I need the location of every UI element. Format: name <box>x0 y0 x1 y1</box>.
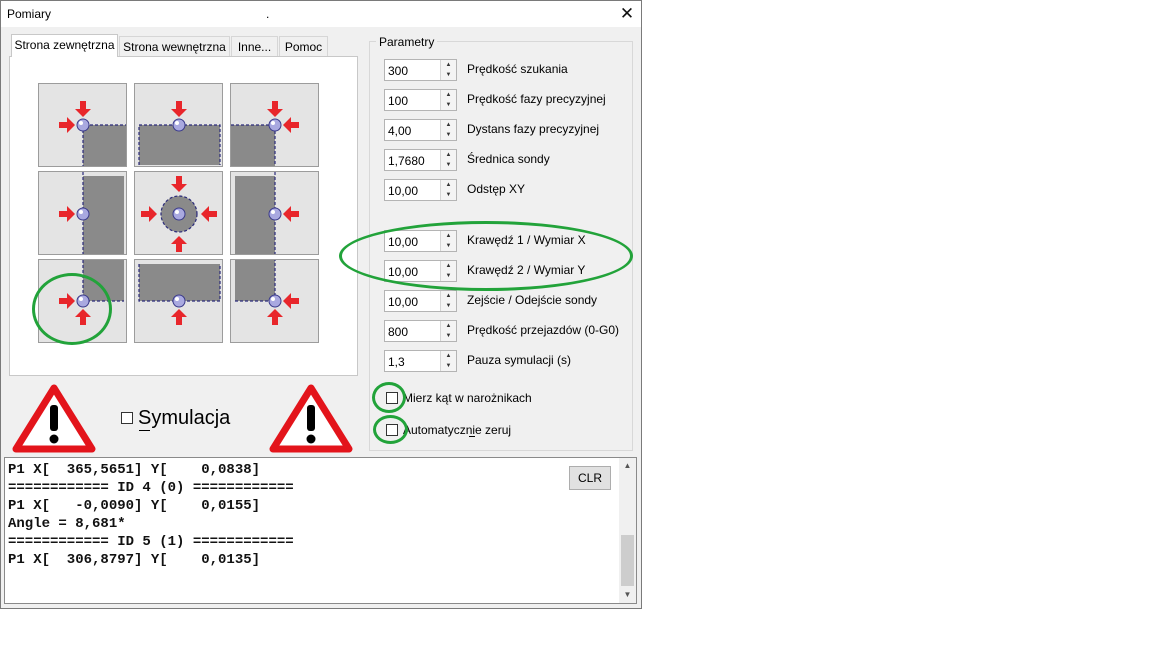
simulation-checkbox[interactable] <box>121 412 133 424</box>
title-dot: . <box>266 7 270 21</box>
param-spinbox[interactable]: 300 ▲ ▼ <box>384 59 457 81</box>
param-spinbox[interactable]: 10,00 ▲ ▼ <box>384 290 457 312</box>
console-line: P1 X[ 365,5651] Y[ 0,0838] <box>8 462 261 478</box>
tab-inner-side[interactable]: Strona wewnętrzna <box>119 36 230 56</box>
probe-diagram-icon <box>59 101 126 166</box>
console-line: ============ ID 5 (1) ============ <box>8 534 294 550</box>
param-value[interactable]: 1,3 <box>388 355 405 369</box>
scroll-down-icon[interactable]: ▼ <box>619 587 636 603</box>
probe-diagram-icon <box>231 101 299 166</box>
probe-mode-center-circle[interactable] <box>134 171 223 255</box>
simulation-label: Symulacja <box>138 407 231 429</box>
probe-diagram-icon <box>235 172 299 254</box>
spin-down-icon[interactable]: ▼ <box>441 70 456 80</box>
spin-buttons[interactable]: ▲ ▼ <box>440 60 456 80</box>
spin-down-icon[interactable]: ▼ <box>441 301 456 311</box>
spin-buttons[interactable]: ▲ ▼ <box>440 120 456 140</box>
tab-other[interactable]: Inne... <box>231 36 278 56</box>
probe-diagram-icon <box>59 260 124 325</box>
param-value[interactable]: 100 <box>388 94 408 108</box>
param-value[interactable]: 300 <box>388 64 408 78</box>
measure-corner-angle-label: Mierz kąt w narożnikach <box>403 391 532 405</box>
spin-down-icon[interactable]: ▼ <box>441 331 456 341</box>
console-line: ============ ID 4 (0) ============ <box>8 480 294 496</box>
console-line: P1 X[ 306,8797] Y[ 0,0135] <box>8 552 261 568</box>
param-value[interactable]: 800 <box>388 325 408 339</box>
probe-mode-edge-top[interactable] <box>134 83 223 167</box>
tab-outer-side[interactable]: Strona zewnętrzna <box>11 34 118 57</box>
warning-triangle-icon <box>12 384 96 453</box>
spin-buttons[interactable]: ▲ ▼ <box>440 321 456 341</box>
param-label: Dystans fazy precyzyjnej <box>467 122 600 136</box>
param-label: Prędkość szukania <box>467 62 568 76</box>
probe-diagram-icon <box>138 101 221 165</box>
output-console[interactable]: P1 X[ 365,5651] Y[ 0,0838] ============ … <box>4 457 637 604</box>
simulation-accel-underline <box>139 430 150 431</box>
spin-buttons[interactable]: ▲ ▼ <box>440 261 456 281</box>
probe-mode-edge-bottom[interactable] <box>134 259 223 343</box>
param-label: Krawędź 2 / Wymiar Y <box>467 263 586 277</box>
param-label: Odstęp XY <box>467 182 526 196</box>
param-label: Prędkość przejazdów (0-G0) <box>467 323 620 337</box>
tab-help[interactable]: Pomoc <box>279 36 328 56</box>
console-line: Angle = 8,681* <box>8 516 126 532</box>
probe-diagram-icon <box>59 172 124 254</box>
probe-diagram-icon <box>141 176 217 252</box>
scrollbar-thumb[interactable] <box>621 535 634 586</box>
title-bar: Pomiary . ✕ <box>1 1 641 27</box>
parameters-group-label: Parametry <box>376 35 438 49</box>
spin-down-icon[interactable]: ▼ <box>441 130 456 140</box>
probe-diagram-icon <box>138 264 221 325</box>
probe-mode-edge-left[interactable] <box>38 171 127 255</box>
auto-zero-label: Automatycznie zeruj <box>403 423 512 437</box>
probe-diagram-icon <box>235 260 299 325</box>
param-spinbox[interactable]: 800 ▲ ▼ <box>384 320 457 342</box>
param-spinbox[interactable]: 100 ▲ ▼ <box>384 89 457 111</box>
spin-down-icon[interactable]: ▼ <box>441 100 456 110</box>
close-icon[interactable]: ✕ <box>615 2 639 26</box>
clear-console-button[interactable]: CLR <box>569 466 611 490</box>
spin-down-icon[interactable]: ▼ <box>441 160 456 170</box>
param-value[interactable]: 10,00 <box>388 265 418 279</box>
spin-buttons[interactable]: ▲ ▼ <box>440 180 456 200</box>
spin-down-icon[interactable]: ▼ <box>441 271 456 281</box>
auto-zero-checkbox[interactable] <box>386 424 398 436</box>
scroll-up-icon[interactable]: ▲ <box>619 458 636 474</box>
spin-buttons[interactable]: ▲ ▼ <box>440 150 456 170</box>
param-spinbox[interactable]: 10,00 ▲ ▼ <box>384 260 457 282</box>
param-label: Prędkość fazy precyzyjnej <box>467 92 606 106</box>
console-scrollbar[interactable]: ▲ ▼ <box>619 458 636 603</box>
window-title: Pomiary <box>7 7 52 21</box>
param-label: Średnica sondy <box>467 152 550 166</box>
probe-mode-corner-bottom-right[interactable] <box>230 259 319 343</box>
param-spinbox[interactable]: 10,00 ▲ ▼ <box>384 230 457 252</box>
param-spinbox[interactable]: 1,3 ▲ ▼ <box>384 350 457 372</box>
spin-buttons[interactable]: ▲ ▼ <box>440 351 456 371</box>
param-value[interactable]: 1,7680 <box>388 154 425 168</box>
param-spinbox[interactable]: 4,00 ▲ ▼ <box>384 119 457 141</box>
param-value[interactable]: 4,00 <box>388 124 411 138</box>
probe-mode-corner-top-left[interactable] <box>38 83 127 167</box>
param-label: Pauza symulacji (s) <box>467 353 572 367</box>
probe-mode-corner-top-right[interactable] <box>230 83 319 167</box>
param-spinbox[interactable]: 1,7680 ▲ ▼ <box>384 149 457 171</box>
auto-zero-accel-underline <box>469 436 475 437</box>
warning-triangle-icon <box>269 384 353 453</box>
spin-down-icon[interactable]: ▼ <box>441 241 456 251</box>
spin-buttons[interactable]: ▲ ▼ <box>440 291 456 311</box>
param-label: Zejście / Odejście sondy <box>467 293 598 307</box>
param-value[interactable]: 10,00 <box>388 184 418 198</box>
measure-corner-angle-checkbox[interactable] <box>386 392 398 404</box>
param-value[interactable]: 10,00 <box>388 295 418 309</box>
console-line: P1 X[ -0,0090] Y[ 0,0155] <box>8 498 261 514</box>
probe-mode-corner-bottom-left[interactable] <box>38 259 127 343</box>
param-label: Krawędź 1 / Wymiar X <box>467 233 586 247</box>
spin-buttons[interactable]: ▲ ▼ <box>440 90 456 110</box>
spin-buttons[interactable]: ▲ ▼ <box>440 231 456 251</box>
param-value[interactable]: 10,00 <box>388 235 418 249</box>
spin-down-icon[interactable]: ▼ <box>441 361 456 371</box>
param-spinbox[interactable]: 10,00 ▲ ▼ <box>384 179 457 201</box>
probe-mode-edge-right[interactable] <box>230 171 319 255</box>
spin-down-icon[interactable]: ▼ <box>441 190 456 200</box>
